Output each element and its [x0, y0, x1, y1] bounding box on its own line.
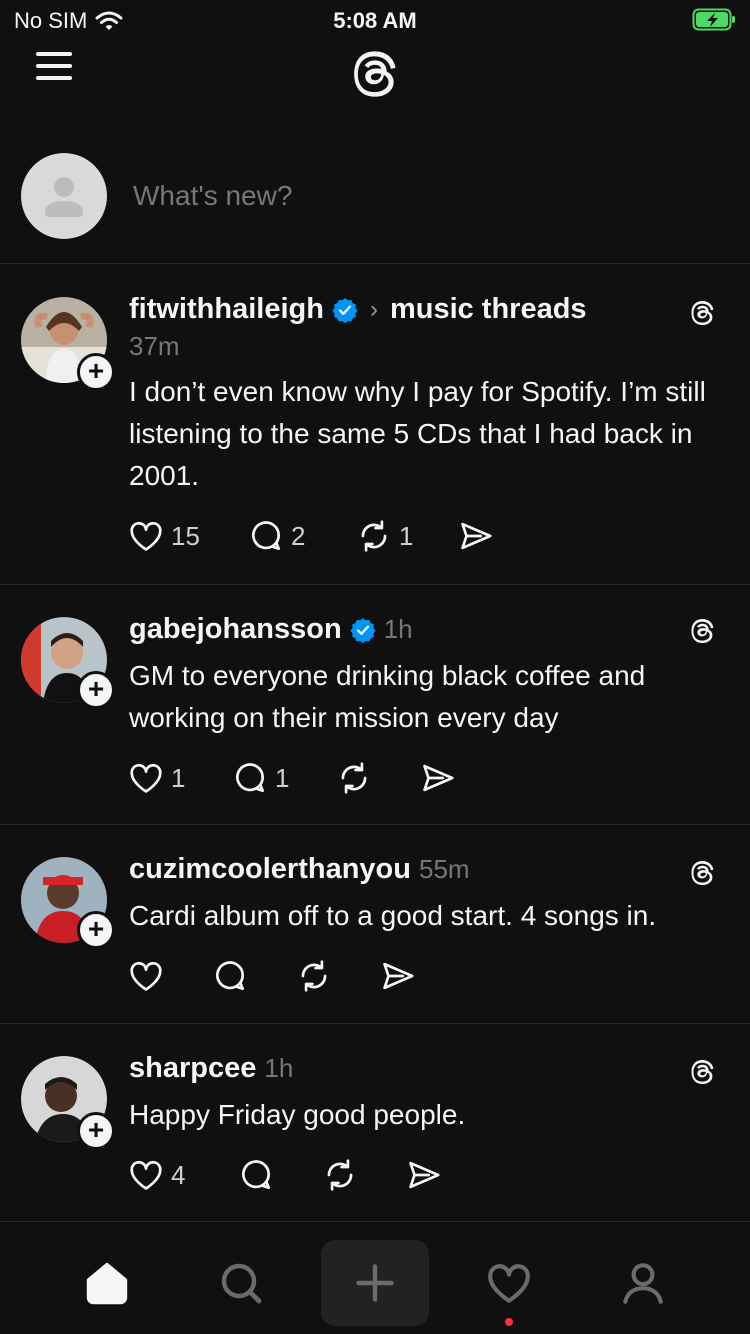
- send-icon: [383, 962, 414, 990]
- follow-button[interactable]: +: [77, 353, 115, 391]
- like-button[interactable]: 4: [127, 1156, 185, 1194]
- post-text: GM to everyone drinking black coffee and…: [129, 660, 646, 733]
- bottom-tab-bar: [0, 1230, 750, 1334]
- thread-post[interactable]: + sharpcee 1h Happy Friday good people. …: [0, 1024, 750, 1222]
- repost-icon: [341, 762, 367, 794]
- comment-icon: [242, 1160, 271, 1190]
- post-actions: 4: [127, 1156, 447, 1196]
- reply-button[interactable]: [237, 1156, 275, 1194]
- send-icon: [423, 764, 454, 792]
- status-bar: No SIM 5:08 AM: [0, 0, 750, 40]
- post-text: I don’t even know why I pay for Spotify.…: [129, 376, 706, 491]
- repost-icon: [301, 960, 327, 992]
- whats-new-input[interactable]: [133, 176, 693, 216]
- thread-post[interactable]: + gabejohansson 1h GM to everyone drinki…: [0, 585, 750, 825]
- thread-post[interactable]: + fitwithhaileigh › music threads 37m I …: [0, 265, 750, 585]
- share-button[interactable]: [419, 759, 457, 797]
- like-count: 1: [171, 762, 186, 793]
- repost-button[interactable]: 1: [355, 517, 413, 555]
- reply-button[interactable]: [211, 957, 249, 995]
- status-time: 5:08 AM: [333, 8, 417, 33]
- share-button[interactable]: [405, 1156, 443, 1194]
- send-icon: [461, 522, 492, 550]
- share-button[interactable]: [379, 957, 417, 995]
- post-header: sharpcee 1h: [129, 1052, 293, 1085]
- current-user-avatar[interactable]: [21, 153, 107, 239]
- threads-logo-icon: [691, 301, 714, 325]
- thread-post[interactable]: + cuzimcoolerthanyou 55m Cardi album off…: [0, 825, 750, 1024]
- repost-button[interactable]: [321, 1156, 359, 1194]
- post-text: Cardi album off to a good start. 4 songs…: [129, 900, 657, 931]
- post-time: 37m: [129, 331, 180, 361]
- tab-compose[interactable]: [321, 1240, 429, 1326]
- notification-dot: [505, 1318, 513, 1326]
- post-username[interactable]: sharpcee: [129, 1052, 256, 1085]
- tab-home[interactable]: [53, 1240, 161, 1326]
- like-button[interactable]: 1: [127, 759, 185, 797]
- reply-count: 2: [291, 520, 306, 551]
- heart-icon: [130, 521, 162, 551]
- comment-icon: [216, 961, 245, 991]
- post-actions: [127, 957, 427, 997]
- post-username[interactable]: cuzimcoolerthanyou: [129, 853, 411, 886]
- comment-icon: [236, 763, 265, 793]
- post-time: 1h: [264, 1053, 294, 1083]
- verified-badge-icon: [332, 297, 358, 323]
- post-header: cuzimcoolerthanyou 55m: [129, 853, 470, 886]
- verified-badge-icon: [350, 617, 376, 643]
- post-topic[interactable]: music threads: [390, 293, 587, 326]
- heart-icon: [130, 961, 162, 991]
- default-avatar-icon: [45, 177, 83, 217]
- post-username[interactable]: fitwithhaileigh: [129, 293, 324, 326]
- heart-icon: [130, 1160, 162, 1190]
- threads-logo-icon[interactable]: [340, 40, 408, 108]
- threads-logo-icon: [691, 861, 714, 885]
- post-text: Happy Friday good people.: [129, 1099, 466, 1130]
- repost-button[interactable]: [295, 957, 333, 995]
- new-thread-composer: [0, 140, 750, 264]
- compose-plus-icon: [356, 1264, 394, 1302]
- like-count: 15: [171, 520, 200, 551]
- post-header: gabejohansson 1h: [129, 613, 413, 646]
- like-count: 4: [171, 1159, 186, 1190]
- app-header: [0, 40, 750, 120]
- comment-icon: [252, 521, 281, 551]
- activity-heart-icon: [488, 1264, 530, 1303]
- repost-button[interactable]: [335, 759, 373, 797]
- like-button[interactable]: [127, 957, 165, 995]
- reply-button[interactable]: 2: [247, 517, 305, 555]
- follow-button[interactable]: +: [77, 671, 115, 709]
- repost-icon: [327, 1159, 353, 1191]
- follow-button[interactable]: +: [77, 1112, 115, 1150]
- post-header: fitwithhaileigh › music threads: [129, 293, 587, 326]
- battery-icon: [692, 8, 736, 37]
- threads-logo-icon: [691, 1060, 714, 1084]
- send-icon: [409, 1161, 440, 1189]
- menu-icon[interactable]: [36, 52, 76, 82]
- repost-icon: [361, 520, 387, 552]
- post-actions: 1 1: [127, 759, 487, 799]
- reply-count: 1: [275, 762, 290, 793]
- chevron-right-icon: ›: [369, 295, 378, 323]
- search-icon: [221, 1263, 262, 1304]
- heart-icon: [130, 763, 162, 793]
- post-actions: 15 2 1: [127, 517, 527, 557]
- threads-logo-icon: [691, 619, 714, 643]
- tab-activity[interactable]: [455, 1240, 563, 1326]
- post-time: 55m: [419, 854, 470, 884]
- like-button[interactable]: 15: [127, 517, 200, 555]
- share-button[interactable]: [457, 517, 495, 555]
- home-icon: [86, 1262, 128, 1305]
- repost-count: 1: [399, 520, 414, 551]
- follow-button[interactable]: +: [77, 911, 115, 949]
- post-time: 1h: [383, 614, 413, 644]
- post-username[interactable]: gabejohansson: [129, 613, 342, 646]
- tab-profile[interactable]: [589, 1240, 697, 1326]
- profile-icon: [623, 1263, 663, 1304]
- tab-search[interactable]: [187, 1240, 295, 1326]
- reply-button[interactable]: 1: [231, 759, 289, 797]
